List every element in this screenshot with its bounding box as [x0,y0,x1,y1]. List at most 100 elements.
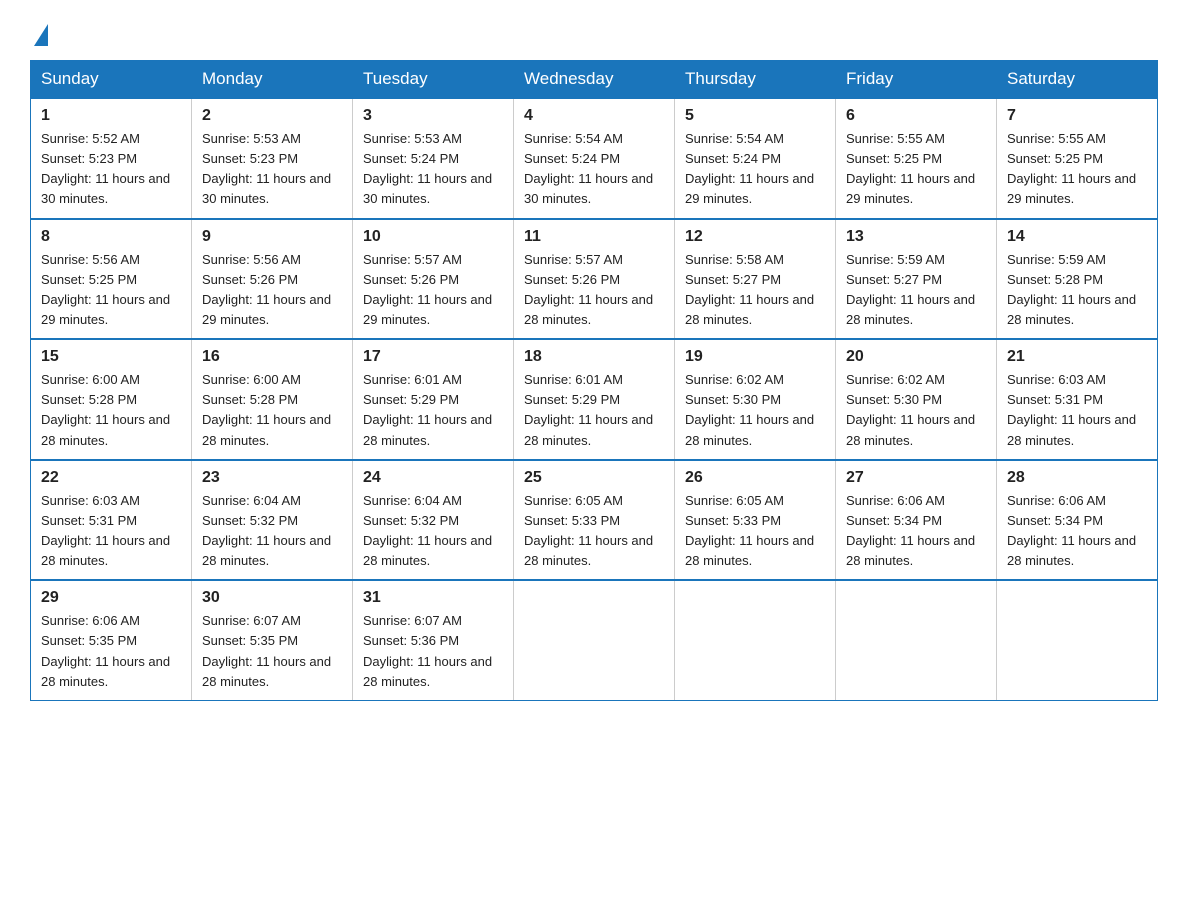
day-cell: 18Sunrise: 6:01 AMSunset: 5:29 PMDayligh… [514,339,675,460]
day-cell: 19 Sunrise: 6:02 AMSunset: 5:30 PMDayligh… [675,339,836,460]
day-info: Sunrise: 5:59 AMSunset: 5:28 PMDaylight:… [1007,250,1147,331]
day-info: Sunrise: 5:57 AMSunset: 5:26 PMDaylight:… [524,250,664,331]
day-info: Sunrise: 6:00 AMSunset: 5:28 PMDaylight:… [41,370,181,451]
day-cell: 14 Sunrise: 5:59 AMSunset: 5:28 PMDayligh… [997,219,1158,340]
day-number: 6 [846,107,986,125]
day-number: 21 [1007,348,1147,366]
day-number: 31 [363,589,503,607]
day-number: 28 [1007,469,1147,487]
day-cell [675,580,836,700]
day-info: Sunrise: 6:03 AMSunset: 5:31 PMDaylight:… [1007,370,1147,451]
day-cell: 25Sunrise: 6:05 AMSunset: 5:33 PMDayligh… [514,460,675,581]
week-row-3: 15 Sunrise: 6:00 AMSunset: 5:28 PMDayligh… [31,339,1158,460]
day-cell: 12 Sunrise: 5:58 AMSunset: 5:27 PMDayligh… [675,219,836,340]
day-cell: 5 Sunrise: 5:54 AMSunset: 5:24 PMDaylight… [675,98,836,219]
day-number: 27 [846,469,986,487]
day-number: 15 [41,348,181,366]
day-cell: 1Sunrise: 5:52 AMSunset: 5:23 PMDaylight… [31,98,192,219]
day-number: 22 [41,469,181,487]
day-number: 2 [202,107,342,125]
day-info: Sunrise: 6:02 AMSunset: 5:30 PMDaylight:… [685,370,825,451]
day-cell: 20 Sunrise: 6:02 AMSunset: 5:30 PMDayligh… [836,339,997,460]
weekday-header-thursday: Thursday [675,61,836,99]
day-info: Sunrise: 6:07 AMSunset: 5:36 PMDaylight:… [363,611,503,692]
day-cell: 3Sunrise: 5:53 AMSunset: 5:24 PMDaylight… [353,98,514,219]
day-number: 17 [363,348,503,366]
day-number: 7 [1007,107,1147,125]
day-number: 9 [202,228,342,246]
day-number: 13 [846,228,986,246]
day-number: 8 [41,228,181,246]
logo-triangle-icon [34,24,48,46]
day-number: 16 [202,348,342,366]
week-row-2: 8 Sunrise: 5:56 AMSunset: 5:25 PMDaylight… [31,219,1158,340]
day-cell: 29 Sunrise: 6:06 AMSunset: 5:35 PMDayligh… [31,580,192,700]
week-row-1: 1Sunrise: 5:52 AMSunset: 5:23 PMDaylight… [31,98,1158,219]
week-row-4: 22Sunrise: 6:03 AMSunset: 5:31 PMDayligh… [31,460,1158,581]
weekday-header-monday: Monday [192,61,353,99]
day-number: 14 [1007,228,1147,246]
day-cell: 22Sunrise: 6:03 AMSunset: 5:31 PMDayligh… [31,460,192,581]
day-cell: 13 Sunrise: 5:59 AMSunset: 5:27 PMDayligh… [836,219,997,340]
day-number: 29 [41,589,181,607]
day-info: Sunrise: 5:56 AMSunset: 5:25 PMDaylight:… [41,250,181,331]
day-number: 25 [524,469,664,487]
day-cell: 15 Sunrise: 6:00 AMSunset: 5:28 PMDayligh… [31,339,192,460]
day-info: Sunrise: 5:59 AMSunset: 5:27 PMDaylight:… [846,250,986,331]
page-header [30,20,1158,42]
day-cell: 11Sunrise: 5:57 AMSunset: 5:26 PMDayligh… [514,219,675,340]
day-cell: 2 Sunrise: 5:53 AMSunset: 5:23 PMDaylight… [192,98,353,219]
day-info: Sunrise: 5:58 AMSunset: 5:27 PMDaylight:… [685,250,825,331]
day-cell: 26 Sunrise: 6:05 AMSunset: 5:33 PMDayligh… [675,460,836,581]
day-info: Sunrise: 5:53 AMSunset: 5:24 PMDaylight:… [363,129,503,210]
day-cell [836,580,997,700]
day-info: Sunrise: 6:06 AMSunset: 5:34 PMDaylight:… [846,491,986,572]
day-cell: 6 Sunrise: 5:55 AMSunset: 5:25 PMDaylight… [836,98,997,219]
day-info: Sunrise: 5:53 AMSunset: 5:23 PMDaylight:… [202,129,342,210]
day-info: Sunrise: 6:02 AMSunset: 5:30 PMDaylight:… [846,370,986,451]
day-number: 20 [846,348,986,366]
day-info: Sunrise: 5:55 AMSunset: 5:25 PMDaylight:… [1007,129,1147,210]
day-cell: 8 Sunrise: 5:56 AMSunset: 5:25 PMDaylight… [31,219,192,340]
day-number: 18 [524,348,664,366]
day-info: Sunrise: 6:04 AMSunset: 5:32 PMDaylight:… [202,491,342,572]
day-cell: 10 Sunrise: 5:57 AMSunset: 5:26 PMDayligh… [353,219,514,340]
day-info: Sunrise: 5:56 AMSunset: 5:26 PMDaylight:… [202,250,342,331]
day-cell: 9 Sunrise: 5:56 AMSunset: 5:26 PMDaylight… [192,219,353,340]
day-cell: 30Sunrise: 6:07 AMSunset: 5:35 PMDayligh… [192,580,353,700]
day-info: Sunrise: 6:00 AMSunset: 5:28 PMDaylight:… [202,370,342,451]
day-cell [514,580,675,700]
day-cell: 16 Sunrise: 6:00 AMSunset: 5:28 PMDayligh… [192,339,353,460]
day-info: Sunrise: 6:01 AMSunset: 5:29 PMDaylight:… [363,370,503,451]
day-info: Sunrise: 5:54 AMSunset: 5:24 PMDaylight:… [524,129,664,210]
day-number: 1 [41,107,181,125]
day-number: 26 [685,469,825,487]
day-number: 19 [685,348,825,366]
weekday-header-tuesday: Tuesday [353,61,514,99]
weekday-header-saturday: Saturday [997,61,1158,99]
day-number: 10 [363,228,503,246]
calendar-table: SundayMondayTuesdayWednesdayThursdayFrid… [30,60,1158,701]
day-number: 5 [685,107,825,125]
day-cell: 28 Sunrise: 6:06 AMSunset: 5:34 PMDayligh… [997,460,1158,581]
logo [30,20,48,42]
day-number: 12 [685,228,825,246]
weekday-header-row: SundayMondayTuesdayWednesdayThursdayFrid… [31,61,1158,99]
day-info: Sunrise: 6:05 AMSunset: 5:33 PMDaylight:… [685,491,825,572]
day-info: Sunrise: 5:55 AMSunset: 5:25 PMDaylight:… [846,129,986,210]
day-number: 23 [202,469,342,487]
weekday-header-sunday: Sunday [31,61,192,99]
day-info: Sunrise: 6:06 AMSunset: 5:34 PMDaylight:… [1007,491,1147,572]
day-cell: 24 Sunrise: 6:04 AMSunset: 5:32 PMDayligh… [353,460,514,581]
day-cell: 7 Sunrise: 5:55 AMSunset: 5:25 PMDaylight… [997,98,1158,219]
day-cell [997,580,1158,700]
day-number: 30 [202,589,342,607]
day-info: Sunrise: 6:06 AMSunset: 5:35 PMDaylight:… [41,611,181,692]
day-info: Sunrise: 6:04 AMSunset: 5:32 PMDaylight:… [363,491,503,572]
day-number: 4 [524,107,664,125]
day-cell: 23 Sunrise: 6:04 AMSunset: 5:32 PMDayligh… [192,460,353,581]
day-number: 24 [363,469,503,487]
weekday-header-wednesday: Wednesday [514,61,675,99]
day-info: Sunrise: 5:57 AMSunset: 5:26 PMDaylight:… [363,250,503,331]
day-info: Sunrise: 5:54 AMSunset: 5:24 PMDaylight:… [685,129,825,210]
